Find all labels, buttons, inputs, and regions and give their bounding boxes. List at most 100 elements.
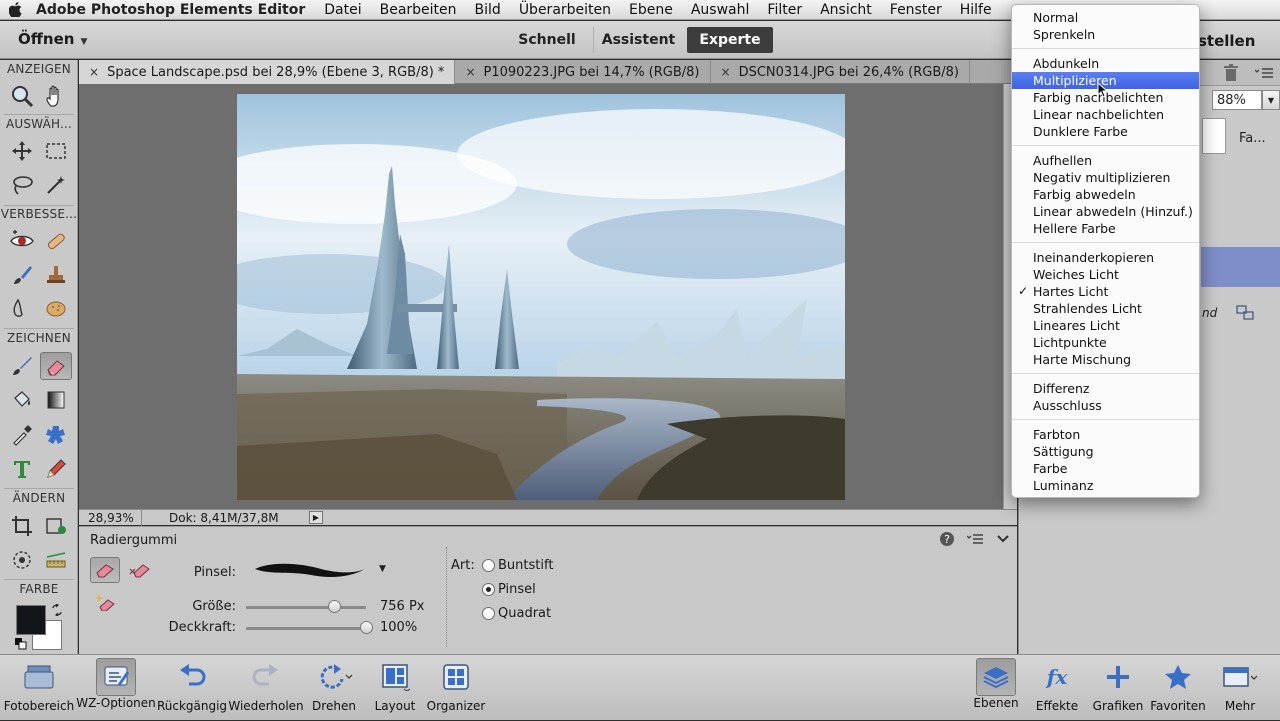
blend-mode-item[interactable]: Luminanz	[1012, 477, 1199, 494]
recompose-tool-icon[interactable]	[40, 512, 72, 540]
app-name[interactable]: Adobe Photoshop Elements Editor	[30, 2, 315, 18]
eraser-type-magic-icon[interactable]	[90, 589, 120, 615]
content-aware-move-tool-icon[interactable]	[6, 546, 38, 574]
foreground-color-swatch[interactable]	[16, 605, 46, 635]
close-icon[interactable]: ×	[465, 65, 475, 79]
blend-mode-item[interactable]: Farbton	[1012, 426, 1199, 443]
blend-mode-item[interactable]: Linear nachbelichten	[1012, 106, 1199, 123]
layers-button[interactable]: Ebenen	[973, 655, 1019, 721]
clone-stamp-tool-icon[interactable]	[40, 261, 72, 289]
photo-bin-button[interactable]: Fotobereich	[2, 655, 76, 721]
magic-wand-tool-icon[interactable]	[40, 171, 72, 199]
blend-mode-item[interactable]: Sprenkeln	[1012, 26, 1199, 43]
tool-options-button[interactable]: WZ-Optionen	[76, 655, 156, 721]
menu-datei[interactable]: Datei	[315, 2, 370, 18]
opacity-slider-track[interactable]	[246, 627, 366, 630]
radio-pinsel[interactable]	[482, 583, 495, 596]
radio-quadrat-label[interactable]: Quadrat	[498, 606, 551, 621]
graphics-button[interactable]: Grafiken	[1090, 655, 1146, 721]
pencil-tool-icon[interactable]	[40, 455, 72, 483]
radio-quadrat[interactable]	[482, 607, 495, 620]
more-button[interactable]: Mehr	[1218, 655, 1262, 721]
blend-mode-item[interactable]: Aufhellen	[1012, 152, 1199, 169]
rotate-button[interactable]: Drehen	[304, 655, 364, 721]
organizer-button[interactable]: Organizer	[424, 655, 488, 721]
blend-mode-item[interactable]: Negativ multiplizieren	[1012, 169, 1199, 186]
radio-buntstift-label[interactable]: Buntstift	[498, 558, 553, 573]
blend-mode-item[interactable]: Lineares Licht	[1012, 317, 1199, 334]
radio-pinsel-label[interactable]: Pinsel	[498, 582, 536, 597]
chevron-down-icon[interactable]: ▼	[1262, 90, 1280, 110]
opacity-slider-knob[interactable]	[359, 621, 373, 634]
brush-tool-icon[interactable]	[6, 352, 38, 380]
marquee-tool-icon[interactable]	[40, 137, 72, 165]
blend-mode-item[interactable]: Dunklere Farbe	[1012, 123, 1199, 140]
collapse-chevron-icon[interactable]	[995, 531, 1011, 547]
blend-mode-item[interactable]: Strahlendes Licht	[1012, 300, 1199, 317]
radio-buntstift[interactable]	[482, 559, 495, 572]
help-icon[interactable]: ?	[939, 531, 955, 547]
eraser-type-normal-icon[interactable]	[90, 557, 120, 583]
zoom-tool-icon[interactable]	[6, 82, 38, 110]
size-slider-knob[interactable]	[328, 600, 342, 613]
size-slider-track[interactable]	[246, 606, 366, 609]
layout-button[interactable]: Layout	[370, 655, 420, 721]
close-icon[interactable]: ×	[89, 65, 99, 79]
trash-icon[interactable]	[1223, 64, 1239, 82]
blend-mode-item[interactable]: Farbe	[1012, 460, 1199, 477]
blend-mode-item[interactable]: Sättigung	[1012, 443, 1199, 460]
zoom-level[interactable]: 28,93%	[88, 511, 134, 525]
type-tool-icon[interactable]	[6, 455, 38, 483]
status-menu-arrow-icon[interactable]: ▶	[309, 511, 323, 524]
blend-mode-item[interactable]: Harte Mischung	[1012, 351, 1199, 368]
layer-link-icon[interactable]	[1235, 304, 1255, 322]
brush-preview[interactable]	[251, 555, 371, 585]
healing-brush-tool-icon[interactable]	[40, 227, 72, 255]
menu-filter[interactable]: Filter	[758, 2, 811, 18]
custom-shape-tool-icon[interactable]	[40, 421, 72, 449]
blur-tool-icon[interactable]	[6, 295, 38, 323]
move-tool-icon[interactable]	[6, 137, 38, 165]
hand-tool-icon[interactable]	[40, 82, 72, 110]
blend-mode-item[interactable]: Farbig abwedeln	[1012, 186, 1199, 203]
redo-button[interactable]: Wiederholen	[228, 655, 304, 721]
canvas-area[interactable]	[79, 84, 1003, 509]
menu-fenster[interactable]: Fenster	[881, 2, 951, 18]
mode-assistent-button[interactable]: Assistent	[593, 27, 683, 53]
eraser-type-background-icon[interactable]	[125, 557, 155, 583]
straighten-tool-icon[interactable]	[40, 546, 72, 574]
menu-bild[interactable]: Bild	[466, 2, 510, 18]
gradient-tool-icon[interactable]	[40, 386, 72, 414]
menu-bearbeiten[interactable]: Bearbeiten	[371, 2, 466, 18]
tab-dscn0314[interactable]: × DSCN0314.JPG bei 26,4% (RGB/8)	[711, 60, 970, 84]
crop-tool-icon[interactable]	[6, 512, 38, 540]
canvas-image[interactable]	[237, 94, 845, 500]
panel-menu-icon[interactable]	[967, 531, 983, 547]
blend-mode-item[interactable]: Ausschluss	[1012, 397, 1199, 414]
blend-mode-item[interactable]: Weiches Licht	[1012, 266, 1199, 283]
red-eye-tool-icon[interactable]	[6, 227, 38, 255]
apple-icon[interactable]	[0, 0, 30, 20]
favorites-button[interactable]: Favoriten	[1150, 655, 1206, 721]
blend-mode-item[interactable]: Ineinanderkopieren	[1012, 249, 1199, 266]
selected-layer-row[interactable]	[1201, 247, 1280, 287]
paint-bucket-tool-icon[interactable]	[6, 386, 38, 414]
blend-mode-item[interactable]: Normal	[1012, 9, 1199, 26]
swap-colors-icon[interactable]	[51, 603, 63, 617]
blend-mode-item[interactable]: Lichtpunkte	[1012, 334, 1199, 351]
tab-space-landscape[interactable]: × Space Landscape.psd bei 28,9% (Ebene 3,…	[79, 60, 456, 84]
menu-auswahl[interactable]: Auswahl	[682, 2, 759, 18]
close-icon[interactable]: ×	[721, 65, 731, 79]
default-colors-icon[interactable]	[15, 638, 27, 650]
mode-schnell-button[interactable]: Schnell	[503, 27, 591, 53]
blend-mode-item[interactable]: Abdunkeln	[1012, 55, 1199, 72]
eyedropper-tool-icon[interactable]	[6, 421, 38, 449]
blend-mode-item[interactable]: Differenz	[1012, 380, 1199, 397]
create-button[interactable]: stellen	[1198, 32, 1255, 50]
menu-ebene[interactable]: Ebene	[620, 2, 682, 18]
blend-mode-item[interactable]: Linear abwedeln (Hinzuf.)	[1012, 203, 1199, 220]
mode-experte-button[interactable]: Experte	[687, 27, 773, 53]
tab-p1090223[interactable]: × P1090223.JPG bei 14,7% (RGB/8)	[455, 60, 711, 84]
open-button[interactable]: Öffnen ▼	[18, 30, 87, 48]
menu-hilfe[interactable]: Hilfe	[951, 2, 1001, 18]
